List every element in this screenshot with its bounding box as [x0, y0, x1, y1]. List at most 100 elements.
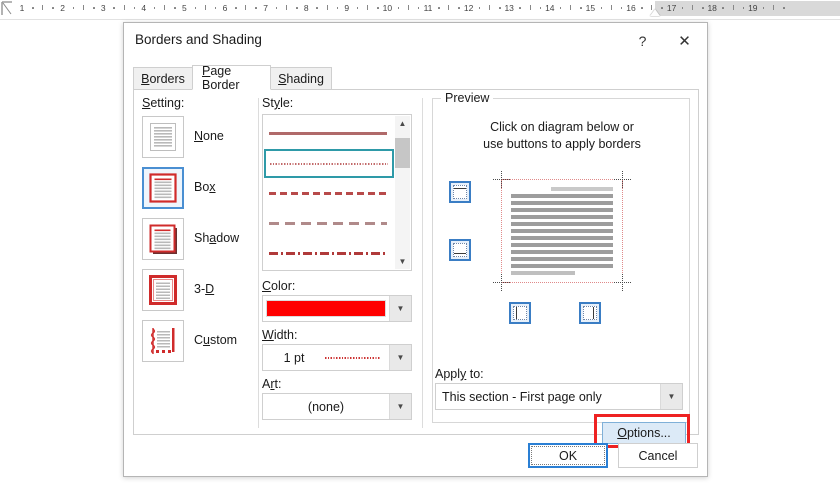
setting-option-none[interactable]: None — [142, 116, 252, 162]
ruler-minor-tick — [195, 7, 197, 9]
ruler-tick-label: 5 — [182, 1, 187, 16]
long-dash-line-style[interactable] — [265, 209, 393, 238]
apply-bottom-border-button[interactable] — [449, 239, 471, 261]
ruler-tick-label: 17 — [667, 1, 676, 16]
ruler-minor-tick — [661, 7, 663, 9]
left-tab-stop-icon[interactable] — [1, 1, 13, 16]
ok-button[interactable]: OK — [528, 443, 608, 468]
chevron-down-icon[interactable]: ▼ — [389, 345, 411, 370]
chevron-down-icon[interactable]: ▼ — [389, 296, 411, 321]
ruler-minor-tick — [73, 7, 75, 9]
diagram-corner-bottomleft — [493, 274, 510, 291]
setting-custom-icon — [142, 320, 184, 362]
color-combo[interactable]: ▼ — [262, 295, 412, 322]
ruler-minor-tick — [255, 7, 257, 9]
scrollbar-thumb[interactable] — [395, 138, 410, 168]
tab-borders[interactable]: Borders — [133, 67, 193, 90]
ruler-minor-tick — [611, 5, 612, 10]
help-icon[interactable]: ? — [626, 27, 659, 55]
art-combo[interactable]: (none) ▼ — [262, 393, 412, 420]
color-swatch[interactable] — [266, 300, 386, 317]
dashed-line-style[interactable] — [265, 179, 393, 208]
diagram-text-line — [511, 271, 575, 275]
diagram-text-line — [511, 257, 613, 261]
ruler-indent-marker[interactable] — [650, 9, 660, 16]
line-style-preview — [270, 163, 388, 165]
diagram-text-line — [511, 194, 613, 198]
diagram-corner-topleft — [493, 171, 510, 188]
ruler-tick-label: 1 — [20, 1, 25, 16]
ruler-minor-tick — [174, 7, 176, 9]
tabstrip: Borders Page Border Shading — [133, 67, 699, 90]
setting-option-3-d[interactable]: 3-D — [142, 269, 252, 315]
ruler-minor-tick — [438, 7, 440, 9]
setting-option-box[interactable]: Box — [142, 167, 252, 213]
width-label: Width: — [262, 328, 297, 342]
ruler-tick-label: 6 — [223, 1, 228, 16]
tab-shading[interactable]: Shading — [270, 67, 332, 90]
ruler-tick-label: 9 — [344, 1, 349, 16]
diagram-text-line — [511, 215, 613, 219]
ruler-minor-tick — [408, 5, 409, 10]
ruler-minor-tick — [124, 5, 125, 10]
setting-option-shadow[interactable]: Shadow — [142, 218, 252, 264]
ruler-tick-label: 4 — [141, 1, 146, 16]
chevron-down-icon[interactable]: ▼ — [395, 254, 410, 269]
width-combo[interactable]: 1 pt ▼ — [262, 344, 412, 371]
setting-option-label: 3-D — [194, 282, 214, 296]
setting-shadow-icon — [142, 218, 184, 260]
left-border-icon — [513, 306, 527, 320]
page-title: Borders and Shading — [135, 32, 262, 47]
ok-button-label: OK — [559, 449, 577, 463]
tab-shading-label: hading — [286, 72, 324, 86]
ruler-minor-tick — [235, 7, 237, 9]
ruler-minor-tick — [52, 7, 54, 9]
art-value: (none) — [263, 400, 389, 414]
setting-option-custom[interactable]: Custom — [142, 320, 252, 366]
screenshot-root: 12345678910111213141516171819 Borders an… — [0, 0, 840, 500]
ruler-minor-tick — [479, 7, 481, 9]
solid-line-style[interactable] — [265, 119, 393, 148]
preview-group: Preview Click on diagram below or use bu… — [432, 98, 690, 423]
options-button[interactable]: Options... — [602, 422, 686, 444]
ruler-tick-label: 3 — [101, 1, 106, 16]
ruler-tick-label: 11 — [424, 1, 433, 16]
setting-group-label: Setting: — [142, 96, 184, 110]
chevron-up-icon[interactable]: ▲ — [395, 116, 410, 131]
cancel-button[interactable]: Cancel — [618, 443, 698, 468]
ruler-minor-tick — [580, 7, 582, 9]
ruler-minor-tick — [154, 7, 156, 9]
ruler-minor-tick — [276, 7, 278, 9]
style-label: Style: — [262, 96, 293, 110]
style-listbox[interactable]: ▲ ▼ — [262, 114, 412, 271]
style-accel: y — [274, 96, 280, 110]
apply-to-accel: y — [460, 367, 466, 381]
word-horizontal-ruler[interactable]: 12345678910111213141516171819 — [0, 0, 840, 20]
setting-option-label: Box — [194, 180, 216, 194]
top-border-icon — [453, 185, 467, 199]
fine-dotted-line-style[interactable] — [264, 149, 394, 178]
ruler-minor-tick — [337, 7, 339, 9]
ruler-minor-tick — [357, 7, 359, 9]
apply-right-border-button[interactable] — [579, 302, 601, 324]
dash-dot-line-style[interactable] — [265, 239, 393, 268]
ruler-minor-tick — [316, 7, 318, 9]
preview-hint-line2: use buttons to apply borders — [433, 136, 691, 153]
apply-to-combo[interactable]: This section - First page only ▼ — [435, 383, 683, 410]
ruler-track[interactable]: 12345678910111213141516171819 — [0, 0, 840, 17]
tab-page-border[interactable]: Page Border — [192, 65, 271, 90]
chevron-down-icon[interactable]: ▼ — [660, 384, 682, 409]
chevron-down-icon[interactable]: ▼ — [389, 394, 411, 419]
ruler-tick-label: 13 — [504, 1, 513, 16]
apply-left-border-button[interactable] — [509, 302, 531, 324]
diagram-text-line — [511, 229, 613, 233]
options-accel: O — [617, 426, 627, 440]
line-style-preview — [269, 252, 387, 255]
close-icon[interactable]: ✕ — [668, 27, 701, 55]
page-border-diagram[interactable] — [493, 171, 631, 291]
apply-top-border-button[interactable] — [449, 181, 471, 203]
setting-3d-icon — [142, 269, 184, 311]
ruler-minor-tick — [722, 7, 724, 9]
style-scrollbar[interactable]: ▲ ▼ — [395, 116, 410, 269]
diagram-text-lines — [511, 187, 613, 277]
